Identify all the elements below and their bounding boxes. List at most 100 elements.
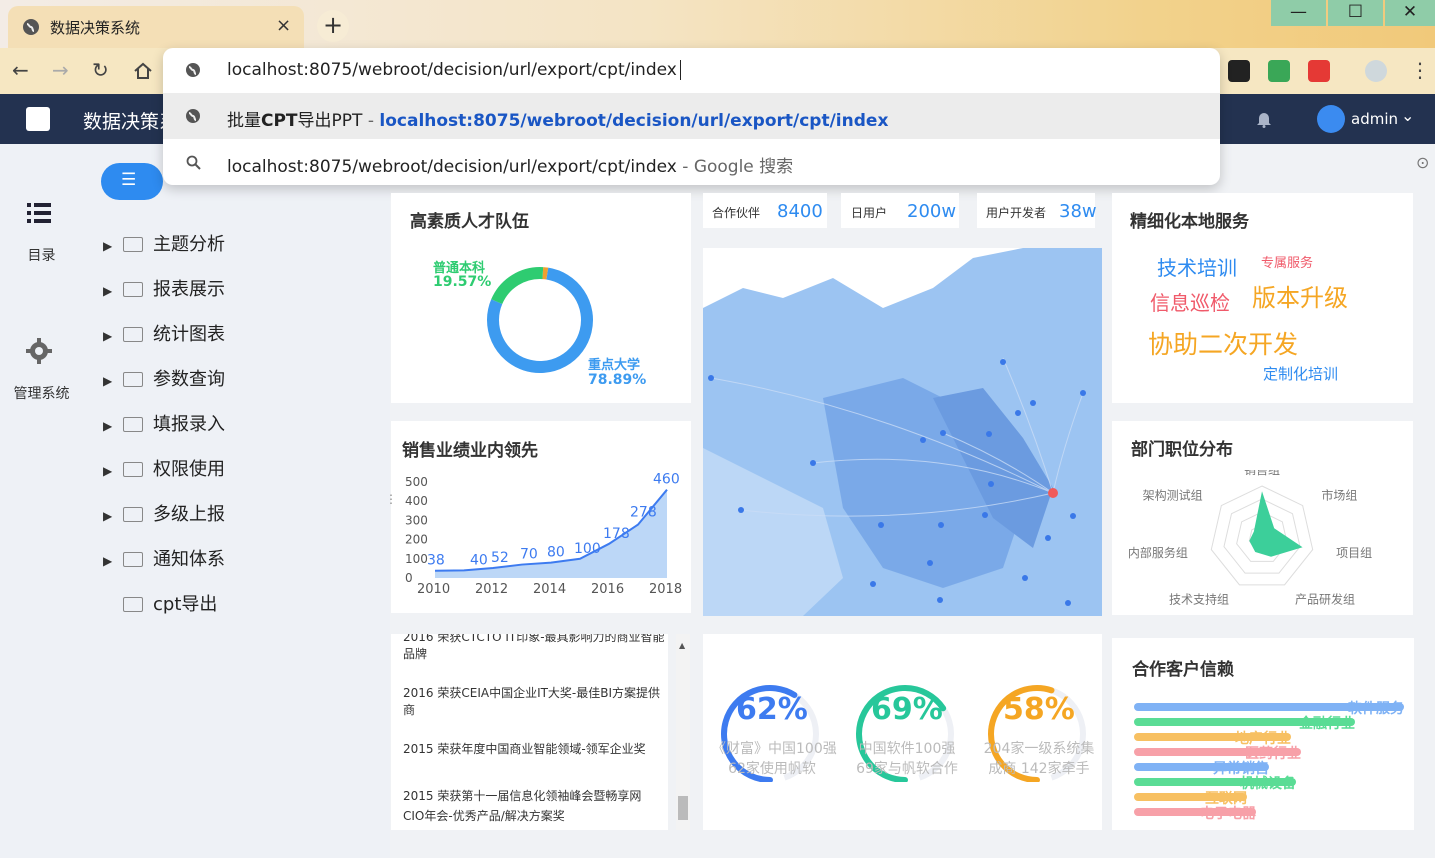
tree-item-label: 统计图表 [153,324,225,345]
gauge-percent-2: 58% [1003,692,1075,727]
extension-game-icon[interactable] [1228,60,1250,82]
tree-item-1[interactable]: ▶ 报表展示 [103,275,225,301]
home-icon[interactable] [133,61,153,81]
menu-dots-icon[interactable]: ⋮ [1410,58,1430,82]
minimize-button[interactable]: — [1271,0,1326,26]
folder-icon [123,417,143,432]
gauge-percent-0: 62% [736,692,808,727]
app-logo [26,107,50,131]
gauge-line1-2: 204家一级系统集 [983,741,1095,757]
tree-item-7[interactable]: ▶ 通知体系 [103,545,225,571]
donut-label-value-0: 19.57% [433,274,492,290]
y-tick-3: 300 [405,513,428,527]
rail-admin-label[interactable]: 管理系统 [0,383,83,403]
file-icon [123,597,143,612]
sales-data-label-3: 70 [520,547,538,563]
omnibox-globe-icon [186,63,200,77]
folder-icon [123,237,143,252]
tree-item-2[interactable]: ▶ 统计图表 [103,320,225,346]
tree-expand-arrow-icon[interactable]: ▶ [103,329,117,343]
tree-expand-arrow-icon[interactable]: ▶ [103,419,117,433]
stat-value-2: 38w [1059,201,1097,222]
radar-axis-label-5: 内部服务组 [1128,545,1188,560]
reload-icon[interactable]: ↻ [92,58,109,82]
y-tick-4: 400 [405,494,428,508]
tree-item-8[interactable]: cpt导出 [103,590,217,616]
tree-item-0[interactable]: ▶ 主题分析 [103,230,225,256]
y-tick-5: 500 [405,475,428,489]
radar-axis-label-3: 产品研发组 [1295,591,1355,606]
maximize-button[interactable]: ☐ [1328,0,1383,26]
splitter-handle-icon[interactable]: ⋮ [385,492,397,506]
address-input[interactable]: localhost:8075/webroot/decision/url/expo… [227,60,677,80]
tree-expand-arrow-icon[interactable]: ▶ [103,239,117,253]
tree-item-4[interactable]: ▶ 填报录入 [103,410,225,436]
sales-data-label-0: 38 [427,553,445,569]
back-arrow-icon[interactable]: ← [12,58,29,82]
browser-tab[interactable]: 数据决策系统 × [8,6,304,48]
tree-item-label: 通知体系 [153,549,225,570]
scrollbar-thumb[interactable] [678,796,688,820]
rail-catalog-label[interactable]: 目录 [0,245,83,265]
tree-expand-arrow-icon[interactable]: ▶ [103,464,117,478]
stat-value-0: 8400 [777,201,823,222]
word-tech-training: 技术培训 [1157,256,1237,280]
gauge-percent-1: 69% [871,692,943,727]
forward-arrow-icon[interactable]: → [52,58,69,82]
donut-slice-0 [491,267,544,305]
tree-item-label: 权限使用 [153,459,225,480]
tree-expand-arrow-icon[interactable]: ▶ [103,284,117,298]
suggestion-search[interactable]: localhost:8075/webroot/decision/url/expo… [227,152,793,177]
tab-close-icon[interactable]: × [276,15,291,36]
tree-expand-arrow-icon[interactable]: ▶ [103,374,117,388]
talent-title: 高素质人才队伍 [410,212,529,232]
y-tick-0: 0 [405,571,413,585]
search-icon [186,155,201,170]
profile-avatar-icon[interactable] [1365,60,1387,82]
upload-icon [123,462,143,477]
user-avatar[interactable] [1317,105,1345,133]
trust-title: 合作客户信赖 [1132,660,1234,680]
list-icon[interactable] [27,202,51,224]
sales-data-label-4: 80 [547,545,565,561]
extension-download-icon[interactable] [1268,60,1290,82]
dept-title: 部门职位分布 [1131,440,1233,460]
new-tab-button[interactable]: + [317,10,349,42]
tree-item-6[interactable]: ▶ 多级上报 [103,500,225,526]
sales-data-label-8: 460 [653,472,680,488]
gauge-line2-2: 成商 142家牵手 [988,761,1090,777]
chevron-down-icon[interactable]: ⌄ [1401,106,1414,125]
list-view-icon: ☰ [121,170,137,190]
gear-icon[interactable] [26,338,52,364]
user-name[interactable]: admin [1351,110,1398,128]
tree-expand-arrow-icon[interactable]: ▶ [103,554,117,568]
suggestion-sep2: - [676,157,694,177]
award-item-3: 2015 荣获第十一届信息化领袖峰会暨畅享网CIO年会-优秀产品/解决方案奖 [403,789,642,823]
refresh-icon [123,282,143,297]
award-item-1: 2016 荣获CEIA中国企业IT大奖-最佳BI方案提供商 [403,686,661,717]
radar-axis-label-0: 销售组 [1244,470,1280,477]
suggestion-engine: Google 搜索 [693,157,794,177]
word-exclusive: 专属服务 [1261,256,1314,271]
tree-expand-arrow-icon[interactable]: ▶ [103,509,117,523]
x-tick-2: 2014 [533,582,566,597]
trust-bar-label-7: 电子电器 [1200,806,1256,822]
donut-label-value-1: 78.89% [588,372,647,388]
china-map [703,248,1102,616]
tree-item-label: 多级上报 [153,504,225,525]
suggestion-sep: - [362,111,380,131]
tree-item-label: 填报录入 [153,414,225,435]
more-options-icon[interactable]: ⊙ [1416,153,1429,172]
award-item-0: 2016 荣获CTCTO IT印象-最具影响力的商业智能品牌 [403,634,665,661]
bell-icon[interactable] [1256,110,1272,128]
tree-item-label: 主题分析 [153,234,225,255]
tree-item-3[interactable]: ▶ 参数查询 [103,365,225,391]
scroll-up-icon[interactable]: ▲ [679,641,685,650]
sales-title: 销售业绩业内领先 [402,441,538,461]
stat-label-1: 日用户 [851,206,888,220]
close-window-button[interactable]: ✕ [1385,0,1435,26]
sales-data-label-5: 100 [574,541,601,557]
suggestion-bookmark[interactable]: 批量CPT导出PPT - localhost:8075/webroot/deci… [227,106,888,131]
tree-item-5[interactable]: ▶ 权限使用 [103,455,225,481]
extension-red-icon[interactable] [1308,60,1330,82]
